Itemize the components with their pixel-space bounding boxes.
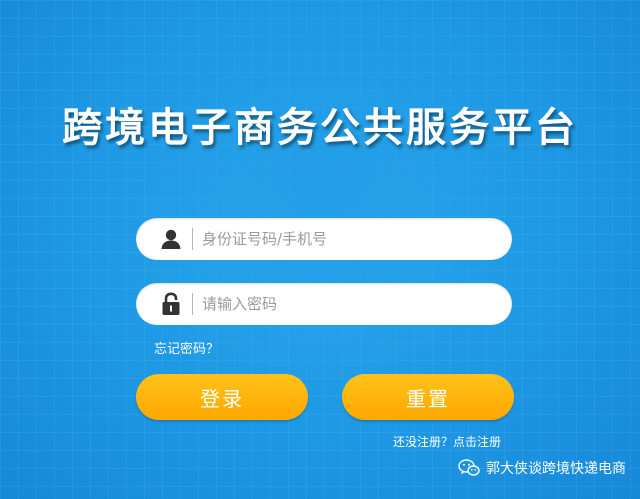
forgot-password-link[interactable]: 忘记密码？ (154, 338, 219, 357)
password-field[interactable] (136, 283, 512, 325)
user-icon (154, 225, 188, 253)
field-divider (192, 293, 193, 315)
lock-icon (154, 290, 188, 318)
field-divider (192, 228, 193, 250)
reset-button[interactable]: 重置 (342, 374, 514, 420)
watermark-text: 郭大侠谈跨境快递电商 (486, 461, 626, 477)
register-link[interactable]: 还没注册？点击注册 (393, 433, 501, 450)
wechat-icon (458, 459, 480, 477)
login-button[interactable]: 登录 (136, 374, 308, 420)
watermark: 郭大侠谈跨境快递电商 (458, 458, 626, 478)
username-field[interactable] (136, 218, 512, 260)
password-input[interactable] (202, 295, 492, 313)
page-title: 跨境电子商务公共服务平台 (62, 105, 578, 151)
username-input[interactable] (202, 230, 492, 248)
